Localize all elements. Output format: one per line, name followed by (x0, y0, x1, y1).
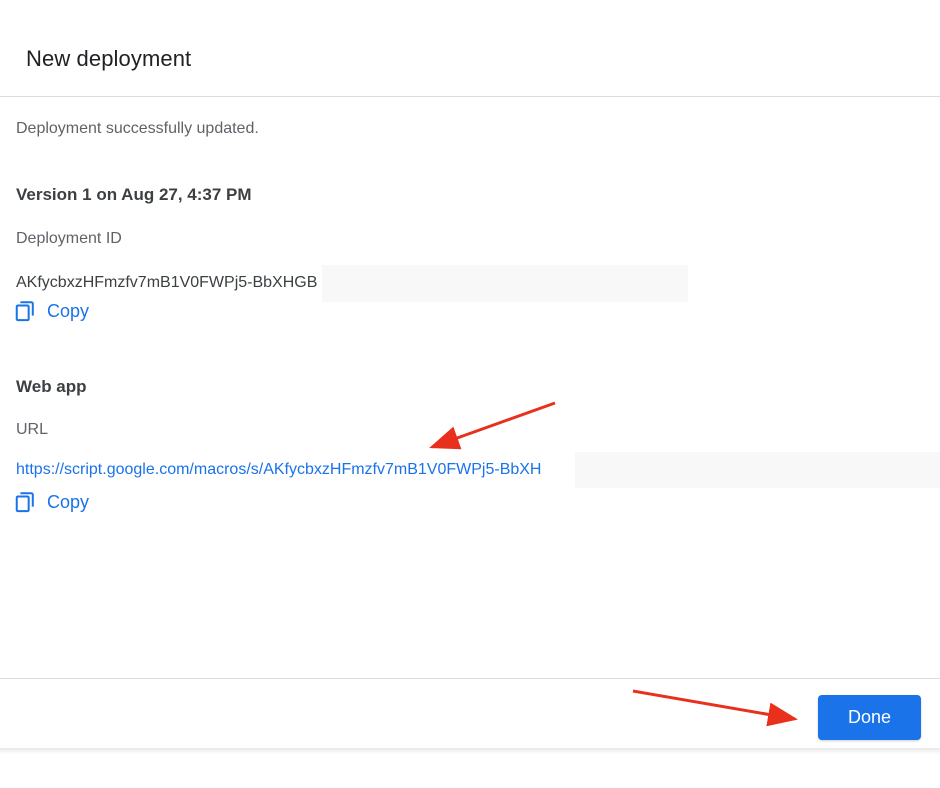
copy-icon (15, 301, 34, 322)
footer-divider (0, 678, 940, 679)
url-label: URL (16, 421, 49, 438)
copy-label: Copy (47, 300, 90, 321)
done-button[interactable]: Done (818, 695, 921, 740)
arrow-annotation-icon (632, 689, 798, 727)
web-app-heading: Web app (16, 377, 87, 396)
url-row: https://script.google.com/macros/s/AKfyc… (16, 452, 541, 488)
deployment-id-label: Deployment ID (16, 230, 122, 247)
title-divider (0, 96, 940, 97)
dialog-title: New deployment (26, 46, 192, 71)
new-deployment-dialog: New deployment Deployment successfully u… (0, 0, 940, 788)
status-message: Deployment successfully updated. (16, 120, 259, 137)
redacted-block (575, 452, 940, 488)
redacted-block (322, 265, 688, 302)
dialog-bottom-shadow (0, 748, 940, 754)
version-heading: Version 1 on Aug 27, 4:37 PM (16, 185, 252, 204)
copy-deployment-id-button[interactable]: Copy (14, 297, 89, 325)
deployment-id-value[interactable]: AKfycbxzHFmzfv7mB1V0FWPj5-BbXHGB (16, 274, 317, 292)
copy-icon (15, 492, 34, 513)
annotation-arrows (429, 401, 798, 727)
copy-label: Copy (47, 491, 90, 512)
web-app-url-link[interactable]: https://script.google.com/macros/s/AKfyc… (16, 461, 541, 479)
deployment-id-row: AKfycbxzHFmzfv7mB1V0FWPj5-BbXHGB (16, 265, 317, 301)
copy-url-button[interactable]: Copy (14, 488, 89, 516)
arrow-annotation-icon (429, 401, 556, 450)
